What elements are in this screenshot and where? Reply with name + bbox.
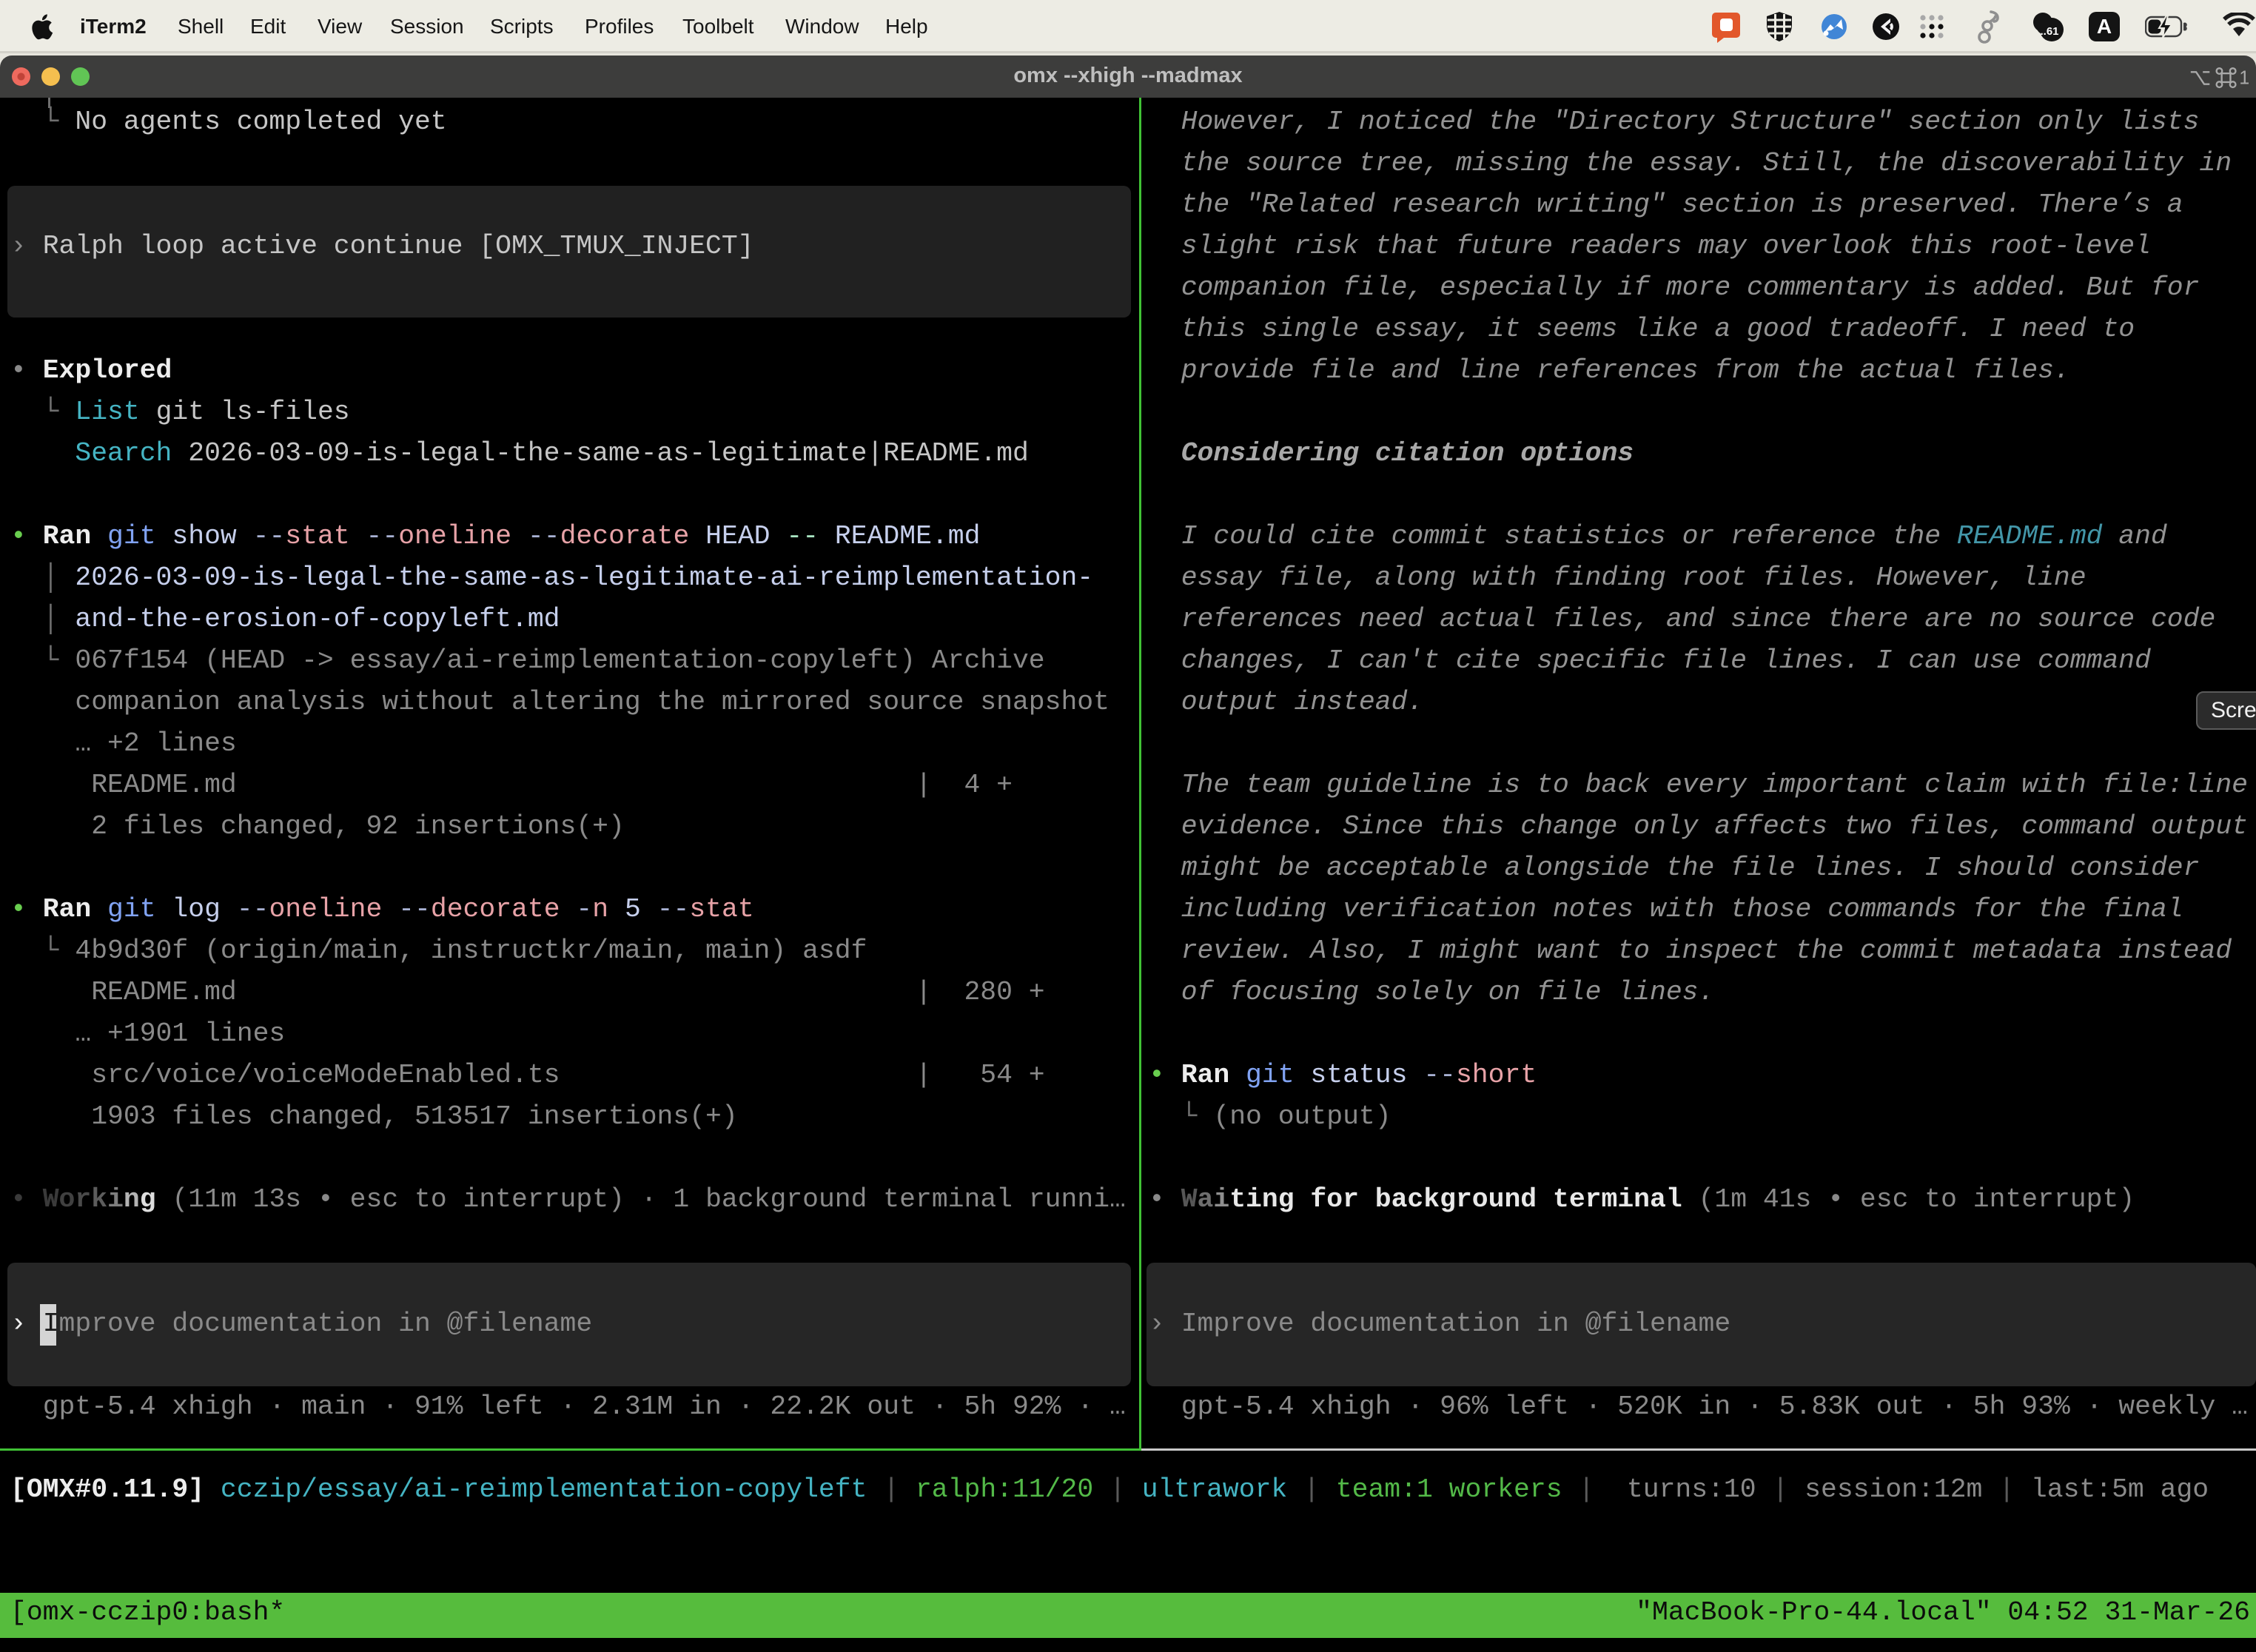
svg-text:1: 1 (2239, 68, 2249, 89)
svg-text:..61: ..61 (2040, 25, 2058, 38)
